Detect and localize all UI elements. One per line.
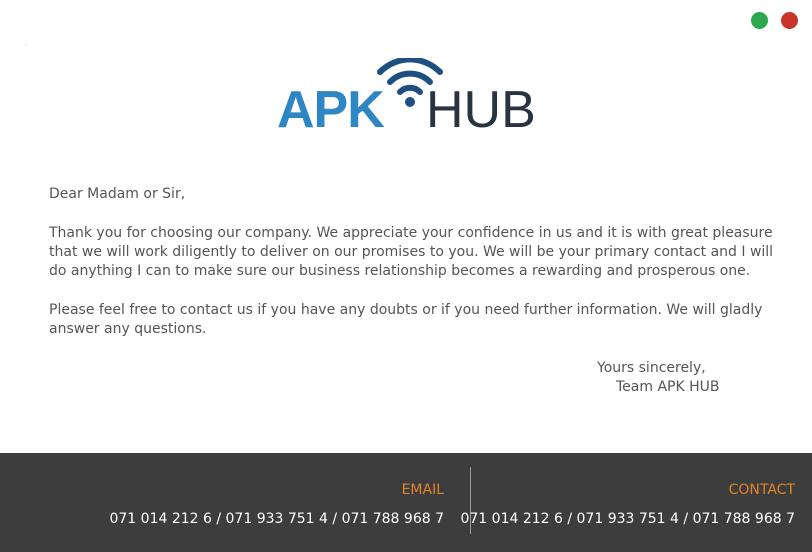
letter-body: Dear Madam or Sir, Thank you for choosin… [49, 185, 779, 359]
window-close-button[interactable] [781, 12, 798, 29]
sign-off: Yours sincerely, Team APK HUB [597, 359, 777, 397]
footer-contact-section: CONTACT 071 014 212 6 / 071 933 751 4 / … [460, 453, 795, 552]
footer-email-section: EMAIL 071 014 212 6 / 071 933 751 4 / 07… [0, 453, 444, 552]
footer-email-value: 071 014 212 6 / 071 933 751 4 / 071 788 … [109, 511, 444, 527]
apk-hub-logo: APK HUB [276, 58, 536, 140]
letter-greeting: Dear Madam or Sir, [49, 186, 186, 202]
window-green-button[interactable] [751, 12, 768, 29]
footer-email-title: EMAIL [401, 482, 444, 498]
footer-contact-title: CONTACT [728, 482, 795, 498]
footer-contact-value: 071 014 212 6 / 071 933 751 4 / 071 788 … [460, 511, 795, 527]
footer: EMAIL 071 014 212 6 / 071 933 751 4 / 07… [0, 453, 812, 552]
letter-paragraph: Please feel free to contact us if you ha… [49, 302, 763, 337]
wifi-icon [377, 58, 443, 107]
letter-closing: Yours sincerely, [597, 360, 706, 376]
letter-paragraph: Thank you for choosing our company. We a… [49, 225, 774, 279]
logo-apk-text: APK [277, 81, 385, 139]
letter-signature: Team APK HUB [616, 379, 720, 395]
stray-mark: . [25, 40, 27, 47]
